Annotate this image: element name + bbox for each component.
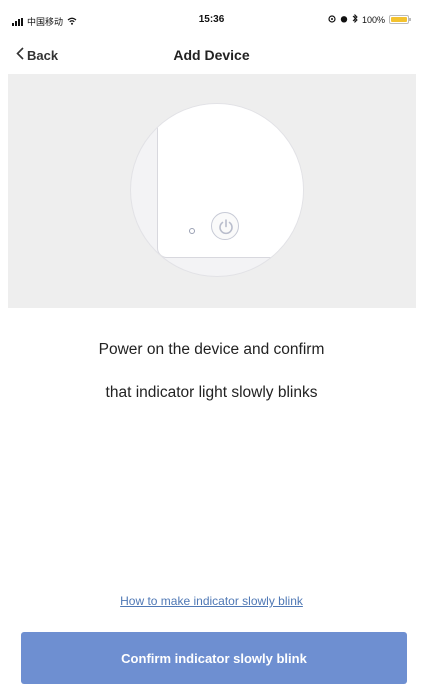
device-illustration bbox=[8, 74, 416, 308]
status-right: 100% bbox=[328, 13, 411, 25]
back-label: Back bbox=[27, 47, 59, 63]
battery-percent: 100% bbox=[361, 14, 385, 25]
battery-icon bbox=[389, 15, 411, 24]
confirm-button[interactable]: Confirm indicator slowly blink bbox=[21, 632, 407, 684]
indicator-light-icon bbox=[189, 228, 195, 234]
chevron-left-icon bbox=[16, 47, 24, 63]
battery-fill bbox=[391, 17, 407, 22]
back-button[interactable]: Back bbox=[16, 47, 58, 63]
page-title: Add Device bbox=[173, 47, 250, 63]
alarm-icon bbox=[340, 15, 348, 25]
power-icon bbox=[211, 212, 239, 240]
device-zoom-circle bbox=[131, 104, 303, 276]
location-icon bbox=[328, 14, 336, 25]
instruction-line-1: Power on the device and confirm bbox=[98, 341, 325, 358]
instruction-line-2: that indicator light slowly blinks bbox=[105, 384, 318, 401]
status-bar: 中国移动 15:36 100% bbox=[0, 0, 423, 40]
nav-bar: Back Add Device bbox=[0, 40, 423, 72]
help-link[interactable]: How to make indicator slowly blink bbox=[0, 594, 423, 608]
instruction-text: Power on the device and confirm that ind… bbox=[0, 338, 423, 405]
bluetooth-icon bbox=[352, 13, 358, 25]
